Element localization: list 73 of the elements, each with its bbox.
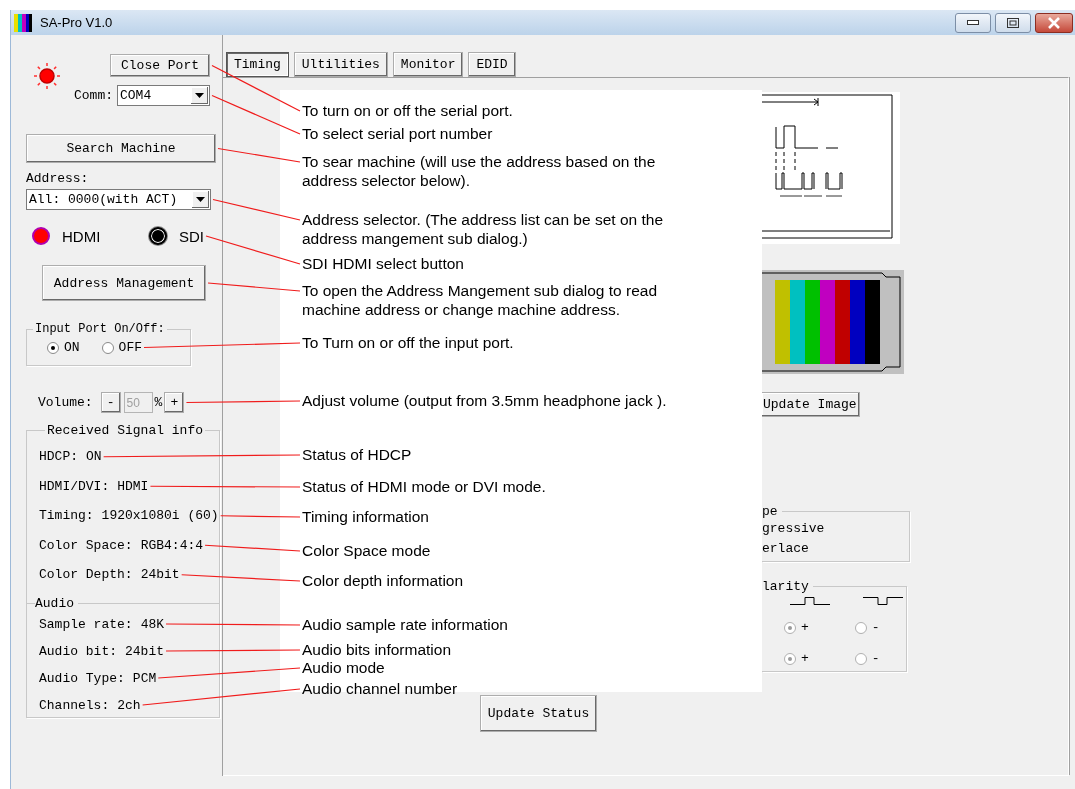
- maximize-icon: [1007, 17, 1019, 28]
- info-value: 24bit: [140, 567, 180, 583]
- info-label: Audio Type:: [39, 670, 125, 686]
- annotation-text: Audio mode: [302, 658, 386, 677]
- annotation-text: SDI HDMI select button: [302, 254, 465, 273]
- info-value: 2ch: [117, 697, 141, 713]
- radio-option[interactable]: OFF: [101, 340, 142, 355]
- info-value: 1920x1080i (60): [101, 508, 219, 524]
- negative-pulse-icon: [863, 596, 903, 606]
- annotation-text: Address selector. (The address list can be set on the address mangement sub dialog.): [302, 210, 664, 248]
- annotation-text: To open the Address Mangement sub dialog to read machine address or change machine address.: [302, 281, 659, 319]
- address-management-button[interactable]: Address Management: [42, 265, 206, 301]
- info-value: ON: [86, 449, 102, 465]
- annotation-text: Timing information: [302, 507, 430, 526]
- annotation-text: Adjust volume (output from 3.5mm headphone jack ).: [302, 391, 668, 410]
- positive-pulse-icon: [790, 596, 830, 606]
- info-value: HDMI: [117, 478, 149, 494]
- annotation-text: To select serial port number: [302, 124, 494, 143]
- update-image-button[interactable]: Update Image: [762, 392, 860, 417]
- minimize-button[interactable]: [955, 12, 991, 33]
- caret-icon: [196, 197, 205, 202]
- annotation-text: Status of HDMI mode or DVI mode.: [302, 477, 547, 496]
- signal-select-option[interactable]: HDMI: [32, 227, 149, 245]
- info-label: Audio bit:: [39, 643, 117, 659]
- percent-label: %: [154, 395, 163, 410]
- info-value: 24bit: [125, 643, 165, 659]
- info-label: HDCP:: [39, 449, 78, 465]
- tab[interactable]: EDID: [468, 52, 516, 77]
- radio-option[interactable]: ON: [47, 340, 80, 355]
- info-value: RGB4:4:4: [140, 537, 204, 553]
- close-port-button[interactable]: Close Port: [110, 54, 210, 77]
- group-title: Received Signal info: [46, 423, 205, 438]
- maximize-button[interactable]: [995, 12, 1031, 33]
- annotation-text: Audio bits information: [302, 640, 453, 659]
- signal-select-option[interactable]: SDI: [149, 227, 204, 245]
- info-label: HDMI/DVI:: [39, 478, 110, 494]
- info-value: 48K: [140, 616, 165, 632]
- annotation-text: Audio channel number: [302, 679, 459, 698]
- update-status-button[interactable]: Update Status: [480, 695, 597, 732]
- caret-icon: [195, 93, 204, 98]
- comm-label: Comm:: [74, 88, 113, 103]
- info-label: Sample rate:: [39, 616, 133, 632]
- scan-type-option[interactable]: gressive: [762, 519, 909, 539]
- annotation-text: To turn on or off the serial port.: [302, 101, 514, 120]
- tab[interactable]: Monitor: [392, 52, 464, 77]
- info-label: Channels:: [39, 697, 110, 713]
- tab[interactable]: Ultilities: [293, 52, 388, 77]
- address-label: Address:: [26, 171, 90, 186]
- annotation-text: Color depth information: [302, 571, 465, 590]
- address-dropdown[interactable]: All: 0000(with ACT): [26, 189, 211, 210]
- minimize-icon: [967, 20, 979, 25]
- group-title: Input Port On/Off:: [34, 322, 166, 336]
- close-button[interactable]: [1035, 12, 1073, 33]
- group-title: pe: [762, 504, 779, 519]
- close-icon: [1047, 16, 1061, 29]
- window-title: SA-Pro V1.0: [40, 15, 113, 30]
- annotation-text: To sear machine (will use the address based on the address selector below).: [302, 152, 657, 190]
- info-label: Color Space:: [39, 537, 133, 553]
- info-value: PCM: [132, 670, 157, 686]
- annotation-text: To Turn on or off the input port.: [302, 333, 515, 352]
- annotation-text: Audio sample rate information: [302, 615, 509, 634]
- search-machine-button[interactable]: Search Machine: [26, 134, 216, 163]
- tab[interactable]: Timing: [226, 52, 289, 77]
- annotation-text: Color Space mode: [302, 541, 432, 560]
- comm-dropdown[interactable]: COM4: [117, 85, 210, 106]
- group-title: larity: [762, 579, 810, 594]
- scan-type-option[interactable]: erlace: [762, 539, 909, 559]
- annotation-text: Status of HDCP: [302, 445, 413, 464]
- info-label: Color Depth:: [39, 567, 133, 583]
- app-icon: [14, 13, 32, 32]
- info-label: Timing:: [39, 508, 94, 524]
- volume-label: Volume:: [38, 395, 93, 410]
- section-title: Audio: [35, 595, 74, 611]
